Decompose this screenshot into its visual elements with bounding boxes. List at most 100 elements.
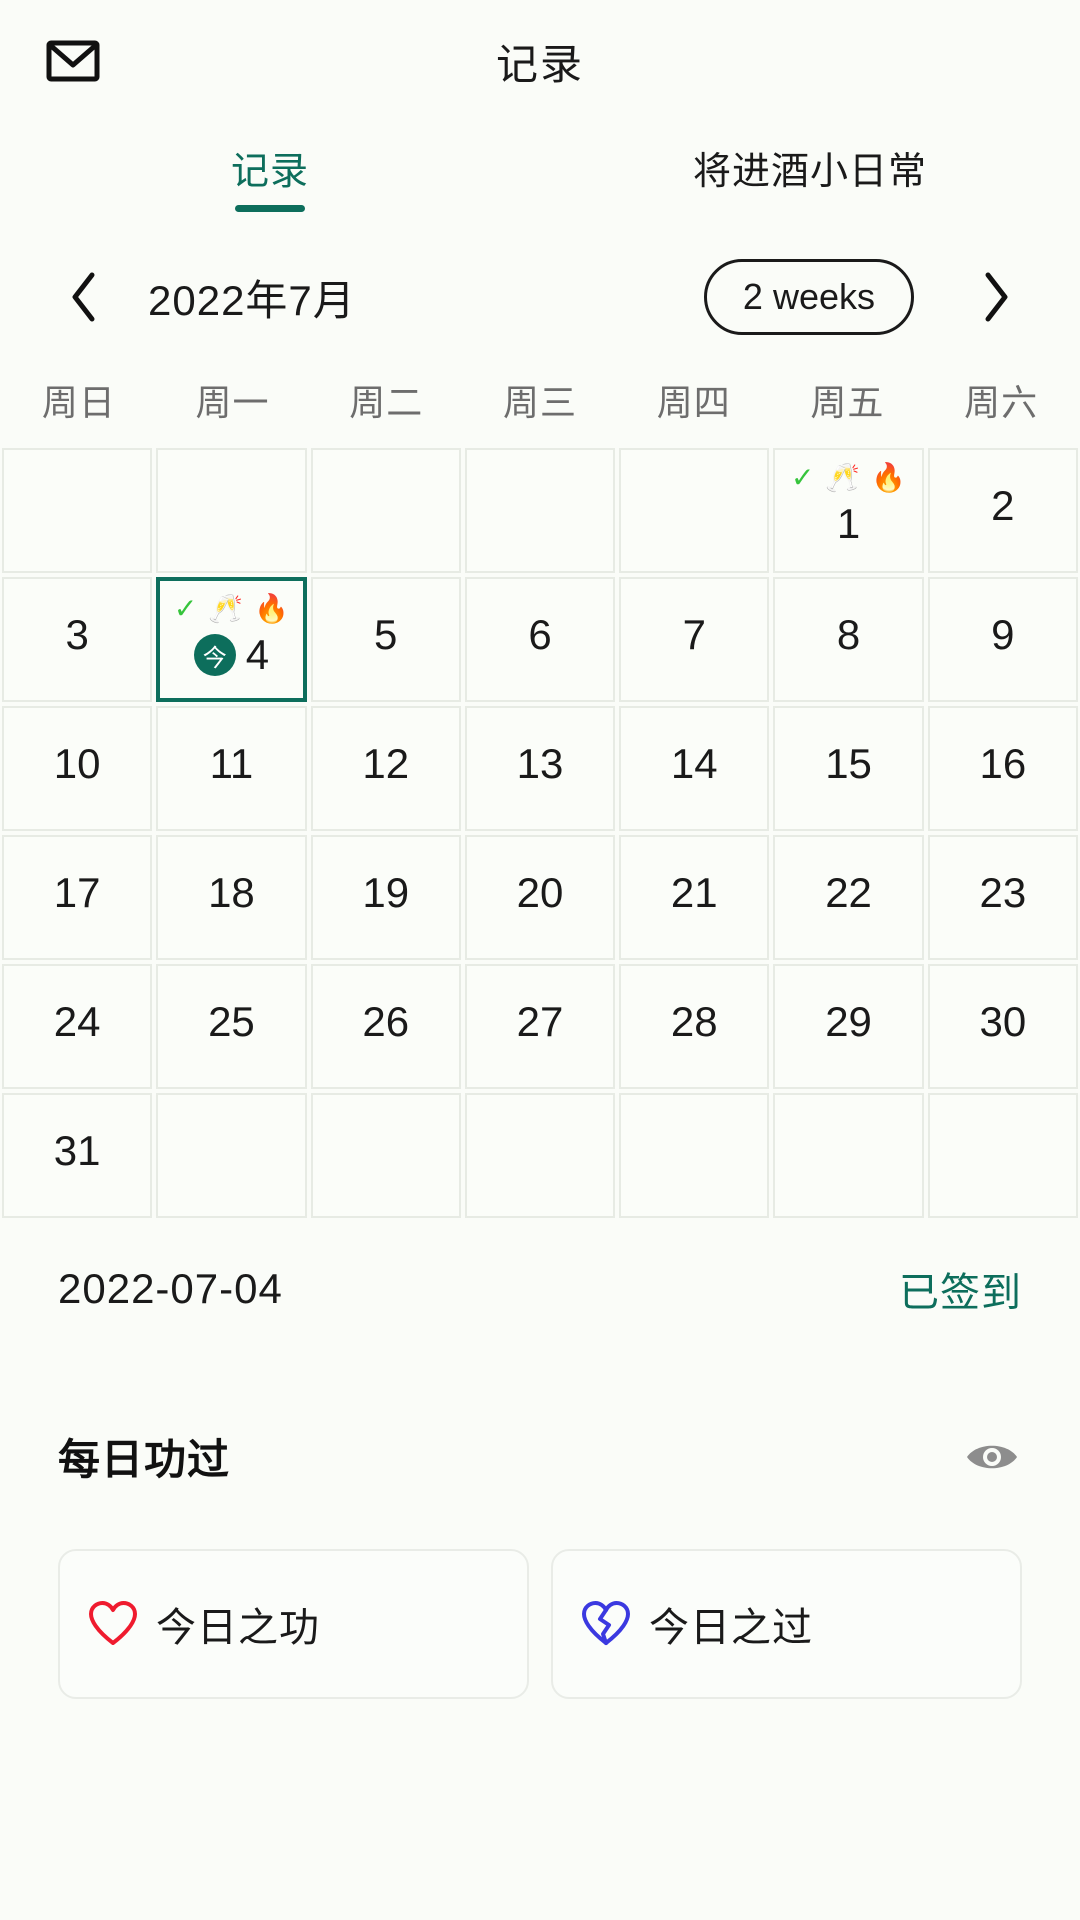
day-number: 11: [209, 740, 254, 787]
calendar-cell-empty: [156, 448, 307, 573]
chevron-right-icon[interactable]: [968, 269, 1024, 325]
day-number-row: 29: [825, 998, 872, 1046]
calendar-day-cell[interactable]: 27: [464, 964, 616, 1089]
checkin-status-badge[interactable]: 已签到: [899, 1260, 1022, 1318]
calendar-day-cell[interactable]: 31: [2, 1093, 153, 1218]
calendar-day-cell[interactable]: 17: [2, 835, 153, 960]
day-number: 2: [991, 482, 1015, 529]
day-number: 21: [670, 869, 718, 916]
day-number-row: 11: [210, 740, 254, 788]
calendar-day-cell[interactable]: 10: [2, 706, 153, 831]
calendar-day-cell[interactable]: 23: [927, 835, 1078, 960]
day-number: 27: [516, 998, 564, 1045]
fire-icon: 🔥: [871, 462, 907, 493]
merit-cards: 今日之功 今日之过: [0, 1487, 1080, 1699]
calendar-day-cell[interactable]: 12: [310, 706, 461, 831]
day-number: 20: [516, 869, 564, 916]
calendar-day-cell[interactable]: ✓ 🥂 🔥 今 4: [156, 577, 307, 702]
calendar-day-cell[interactable]: 5: [310, 577, 461, 702]
mail-icon[interactable]: [44, 32, 102, 90]
calendar-day-cell[interactable]: 30: [927, 964, 1078, 1089]
day-number-row: 1: [837, 500, 860, 548]
day-number-row: 6: [528, 611, 551, 659]
merit-section-title: 每日功过: [58, 1436, 231, 1483]
tab-daily[interactable]: 将进酒小日常: [540, 144, 1080, 200]
tab-bar: 记录 将进酒小日常: [0, 122, 1080, 242]
clink-icon: 🥂: [208, 593, 244, 624]
day-number: 23: [979, 869, 1027, 916]
day-number: 14: [670, 740, 718, 787]
calendar-day-cell[interactable]: 15: [773, 706, 924, 831]
calendar-day-cell[interactable]: 19: [310, 835, 461, 960]
calendar-day-cell[interactable]: 22: [773, 835, 924, 960]
calendar-day-cell[interactable]: ✓ 🥂 🔥 1: [773, 448, 924, 573]
day-number: 7: [682, 611, 706, 658]
calendar-day-cell[interactable]: 21: [619, 835, 770, 960]
calendar-day-cell[interactable]: 24: [2, 964, 153, 1089]
eye-icon[interactable]: [962, 1427, 1022, 1487]
day-number: 8: [836, 611, 861, 658]
calendar-day-cell[interactable]: 20: [464, 835, 616, 960]
weekday-label: 周四: [656, 382, 731, 423]
calendar-day-cell[interactable]: 2: [927, 448, 1078, 573]
heart-icon: [86, 1597, 140, 1651]
day-number-row: 13: [517, 740, 564, 788]
day-number: 4: [245, 631, 270, 678]
calendar-day-cell[interactable]: 25: [156, 964, 307, 1089]
calendar-day-cell[interactable]: 7: [619, 577, 770, 702]
day-number: 22: [825, 869, 872, 916]
month-label: 2022年7月: [148, 276, 356, 324]
day-number: 1: [836, 500, 861, 547]
merit-card-bad[interactable]: 今日之过: [551, 1549, 1022, 1699]
day-number-row: 3: [65, 611, 88, 659]
calendar-day-cell[interactable]: 11: [156, 706, 307, 831]
check-icon: ✓: [790, 462, 815, 493]
calendar-day-cell[interactable]: 13: [464, 706, 616, 831]
calendar-day-cell[interactable]: 26: [310, 964, 461, 1089]
range-selector-button[interactable]: 2 weeks: [703, 259, 914, 335]
day-number-row: 15: [825, 740, 872, 788]
fire-icon: 🔥: [254, 593, 290, 624]
day-number-row: 14: [671, 740, 718, 788]
day-number: 3: [65, 611, 89, 658]
calendar-day-cell[interactable]: 18: [156, 835, 307, 960]
day-number: 31: [53, 1127, 101, 1174]
day-number-row: 7: [683, 611, 706, 659]
day-number: 10: [53, 740, 101, 787]
today-badge: 今: [193, 634, 236, 676]
weekday-header: 周日 周一 周二 周三 周四 周五 周六: [0, 352, 1080, 448]
day-number-row: 8: [837, 611, 860, 659]
day-number: 19: [362, 869, 410, 916]
day-number: 6: [528, 611, 552, 658]
merit-card-good-label: 今日之功: [156, 1606, 320, 1650]
weekday-label: 周二: [349, 382, 424, 423]
day-number-row: 今4: [193, 631, 270, 679]
calendar-day-cell[interactable]: 29: [773, 964, 924, 1089]
merit-section-header: 每日功过: [0, 1318, 1080, 1487]
weekday-label: 周一: [195, 382, 270, 423]
day-number-row: 28: [671, 998, 718, 1046]
check-icon: ✓: [173, 593, 198, 624]
merit-card-good[interactable]: 今日之功: [58, 1549, 529, 1699]
calendar-day-cell[interactable]: 28: [619, 964, 770, 1089]
day-number: 15: [825, 740, 872, 787]
day-number: 28: [670, 998, 718, 1045]
selected-date-label: 2022-07-04: [58, 1265, 283, 1312]
calendar-day-cell[interactable]: 14: [619, 706, 770, 831]
calendar-day-cell[interactable]: 16: [927, 706, 1078, 831]
day-number: 29: [825, 998, 872, 1045]
day-number-row: 16: [979, 740, 1026, 788]
calendar-day-cell[interactable]: 3: [2, 577, 153, 702]
calendar-cell-empty: [619, 1093, 770, 1218]
calendar-cell-empty: [310, 448, 461, 573]
calendar-day-cell[interactable]: 8: [773, 577, 924, 702]
chevron-left-icon[interactable]: [56, 269, 112, 325]
day-number: 13: [516, 740, 564, 787]
day-number-row: 27: [517, 998, 564, 1046]
calendar-day-cell[interactable]: 6: [464, 577, 616, 702]
clink-icon: 🥂: [825, 462, 861, 493]
day-number-row: 26: [362, 998, 409, 1046]
calendar-cell-empty: [927, 1093, 1078, 1218]
tab-records[interactable]: 记录: [0, 144, 540, 212]
calendar-day-cell[interactable]: 9: [927, 577, 1078, 702]
